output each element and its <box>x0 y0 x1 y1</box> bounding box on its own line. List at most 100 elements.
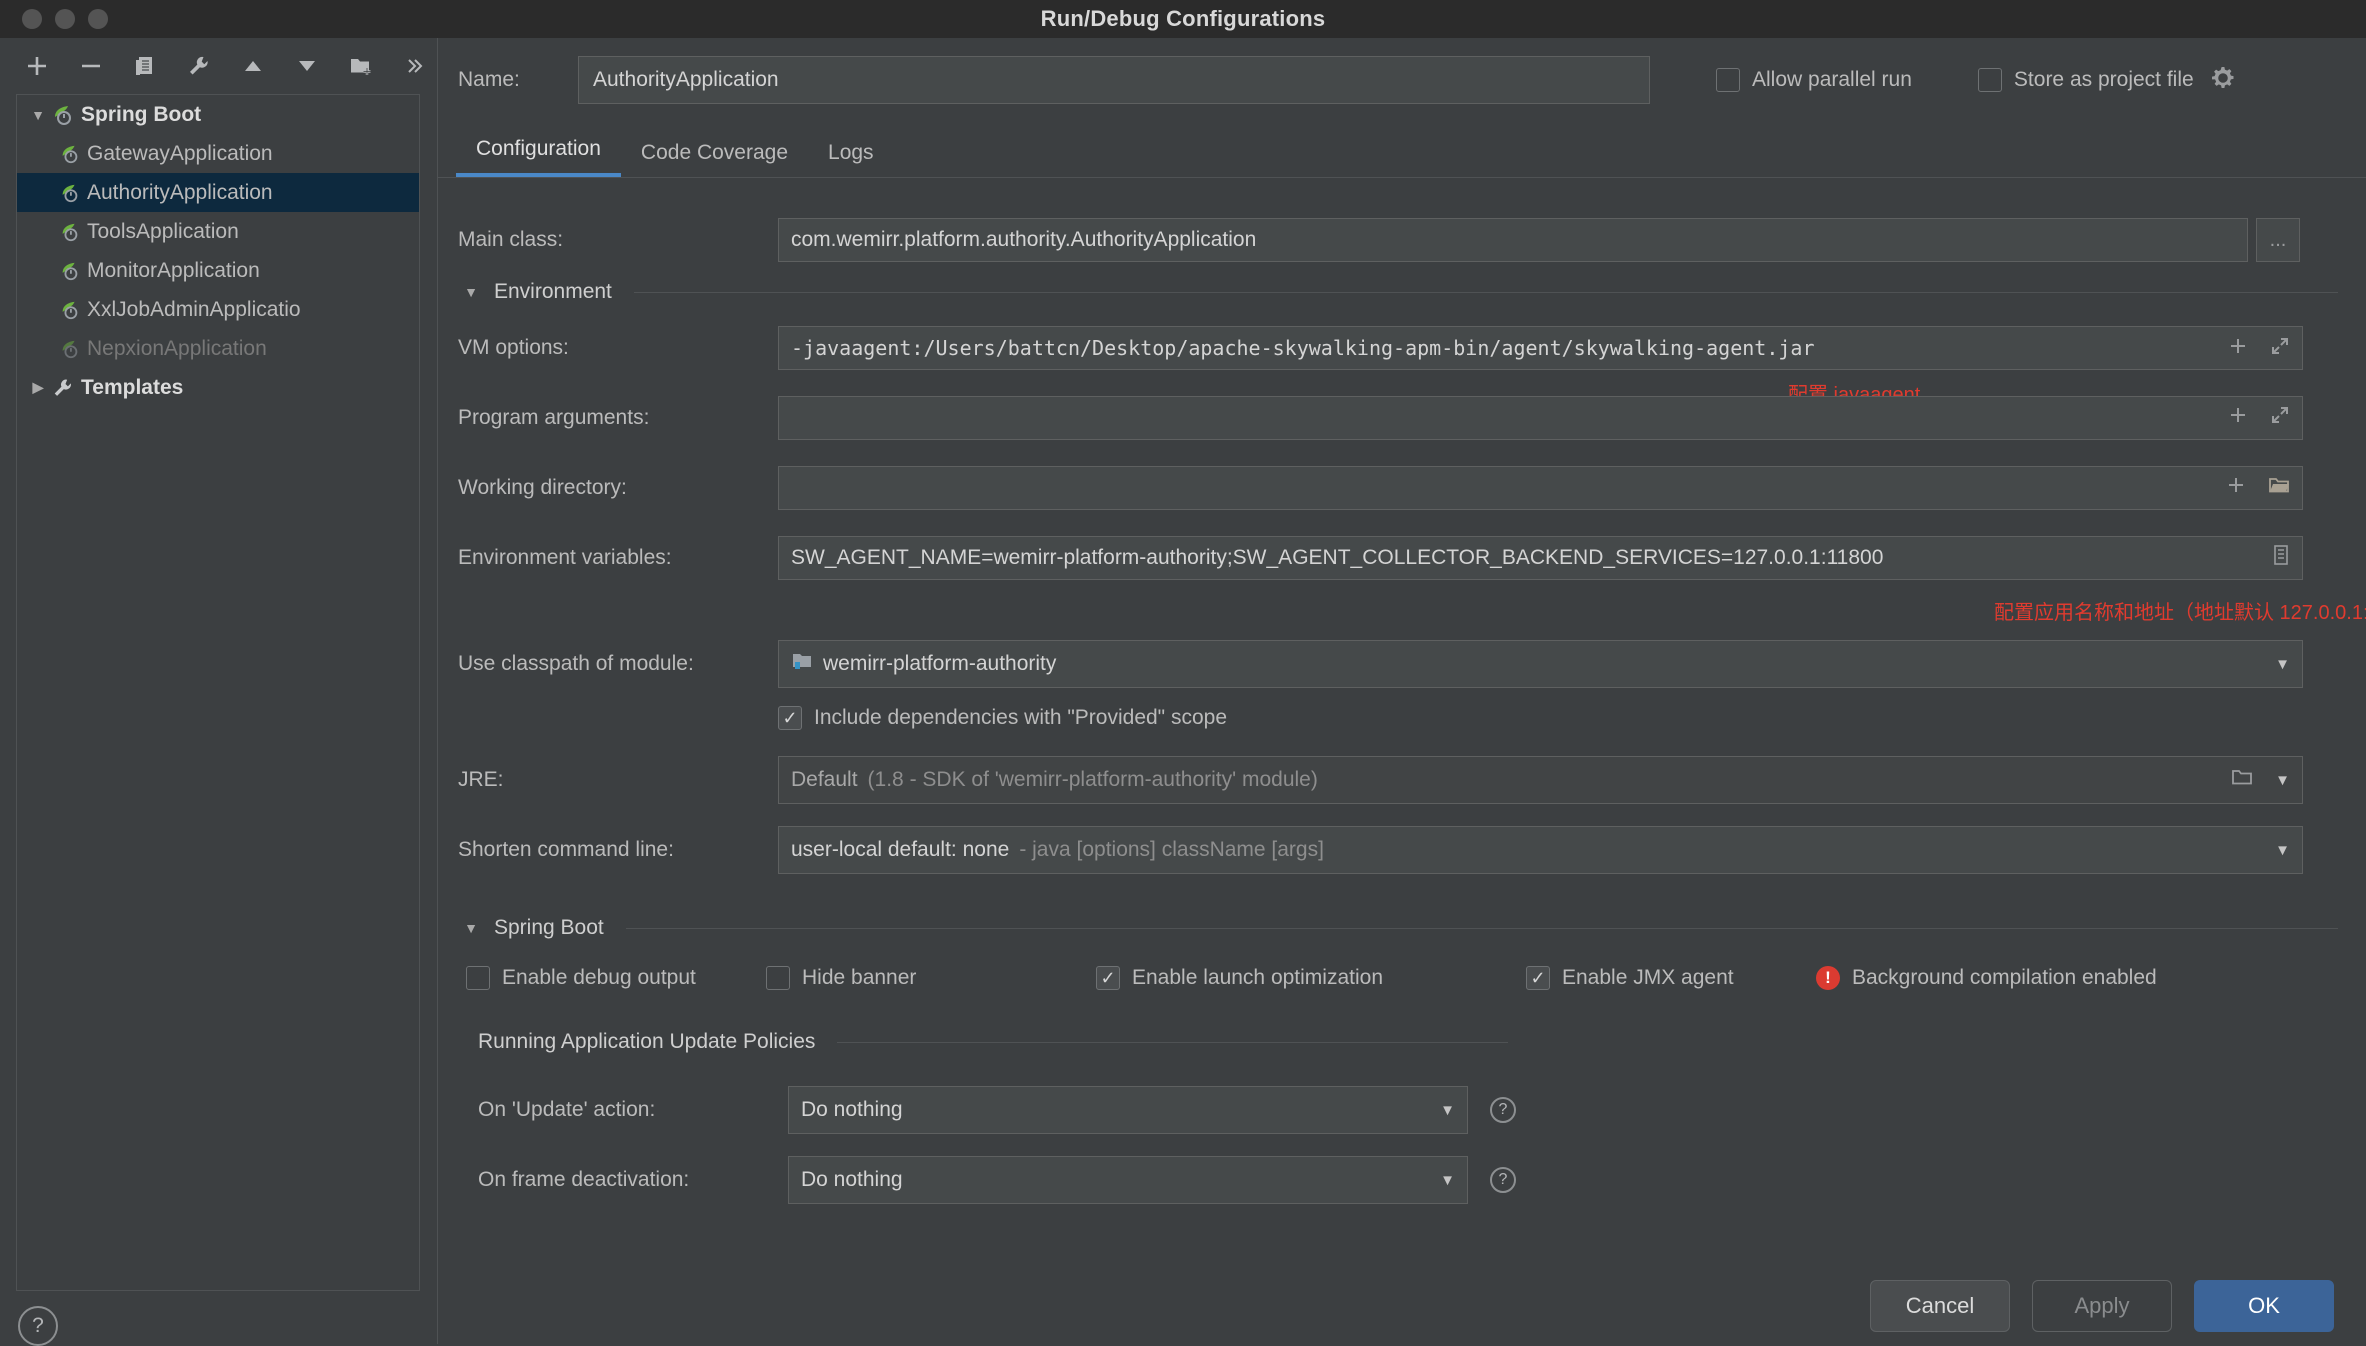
chevron-down-icon[interactable]: ▼ <box>2275 842 2290 859</box>
shorten-command-line-select[interactable]: user-local default: none - java [options… <box>778 826 2303 874</box>
checkbox-box[interactable]: ✓ <box>778 706 802 730</box>
environment-section-header[interactable]: ▼ Environment <box>458 280 2338 304</box>
checkbox-box[interactable]: ✓ <box>1526 966 1550 990</box>
spring-boot-icon <box>59 221 81 243</box>
tree-item-toolsapplication[interactable]: ToolsApplication <box>17 212 419 251</box>
vm-options-input[interactable]: -javaagent:/Users/battcn/Desktop/apache-… <box>778 326 2303 370</box>
main-class-input[interactable]: com.wemirr.platform.authority.AuthorityA… <box>778 218 2248 262</box>
on-frame-deactivation-label: On frame deactivation: <box>478 1168 788 1192</box>
more-options-button[interactable] <box>396 47 434 85</box>
enable-debug-output-label: Enable debug output <box>502 966 696 990</box>
spring-boot-section-header[interactable]: ▼ Spring Boot <box>458 916 2338 940</box>
chevron-down-icon[interactable]: ▼ <box>25 107 51 123</box>
chevron-down-icon[interactable]: ▼ <box>458 284 484 300</box>
spring-boot-section-label: Spring Boot <box>494 916 604 940</box>
tab-configuration[interactable]: Configuration <box>456 137 621 177</box>
plus-icon[interactable] <box>2226 475 2246 501</box>
tree-group-templates[interactable]: ▶ Templates <box>17 368 419 407</box>
program-arguments-label: Program arguments: <box>458 406 778 430</box>
chevron-right-icon[interactable]: ▶ <box>25 379 51 396</box>
plus-icon[interactable] <box>2228 405 2248 431</box>
section-divider <box>837 1042 1508 1043</box>
help-button[interactable]: ? <box>18 1306 58 1346</box>
chevron-down-icon[interactable]: ▼ <box>1440 1172 1455 1189</box>
apply-button[interactable]: Apply <box>2032 1280 2172 1332</box>
chevron-down-icon[interactable]: ▼ <box>458 920 484 936</box>
editor-tabs[interactable]: Configuration Code Coverage Logs <box>438 126 2366 178</box>
jre-label: JRE: <box>458 768 778 792</box>
configurations-tree[interactable]: ▼ Spring Boot GatewayApplication Au <box>16 94 420 1291</box>
folder-icon[interactable] <box>2268 475 2290 501</box>
working-directory-input[interactable] <box>778 466 2303 510</box>
plus-icon[interactable] <box>2228 336 2248 361</box>
expand-diagonal-icon[interactable] <box>2270 405 2290 431</box>
move-down-button[interactable] <box>288 47 326 85</box>
chevron-down-icon[interactable]: ▼ <box>1440 1102 1455 1119</box>
copy-configuration-button[interactable] <box>126 47 164 85</box>
configuration-editor-panel: Name: Allow parallel run Store as projec… <box>437 38 2366 1344</box>
add-configuration-button[interactable] <box>18 47 56 85</box>
check-icon: ✓ <box>1100 969 1115 987</box>
window-title: Run/Debug Configurations <box>0 0 2366 38</box>
include-provided-scope-checkbox[interactable]: ✓ Include dependencies with "Provided" s… <box>778 706 1227 730</box>
folder-icon[interactable] <box>2231 767 2253 793</box>
background-compilation-label: Background compilation enabled <box>1852 966 2157 990</box>
new-folder-button[interactable] <box>342 47 380 85</box>
allow-parallel-run-checkbox[interactable]: Allow parallel run <box>1716 68 1912 92</box>
chevron-down-icon[interactable]: ▼ <box>2275 656 2290 673</box>
environment-variables-annotation-text: 配置应用名称和地址（地址默认 127.0.0.1:11800） <box>1994 596 2366 625</box>
tree-item-monitorapplication[interactable]: MonitorApplication <box>17 251 419 290</box>
checkbox-box[interactable] <box>766 966 790 990</box>
environment-variables-input[interactable]: SW_AGENT_NAME=wemirr-platform-authority;… <box>778 536 2303 580</box>
tree-group-spring-boot[interactable]: ▼ Spring Boot <box>17 95 419 134</box>
on-frame-deactivation-value: Do nothing <box>801 1168 903 1192</box>
enable-jmx-agent-checkbox[interactable]: ✓ Enable JMX agent <box>1526 966 1816 990</box>
wrench-icon <box>51 376 75 400</box>
remove-configuration-button[interactable] <box>72 47 110 85</box>
name-input[interactable] <box>578 56 1650 104</box>
expand-diagonal-icon[interactable] <box>2270 336 2290 361</box>
program-arguments-input[interactable] <box>778 396 2303 440</box>
hide-banner-checkbox[interactable]: Hide banner <box>766 966 1096 990</box>
list-edit-icon[interactable] <box>2272 544 2290 572</box>
spring-boot-icon <box>59 338 81 360</box>
use-classpath-of-module-select[interactable]: wemirr-platform-authority ▼ <box>778 640 2303 688</box>
browse-main-class-button[interactable]: ... <box>2256 218 2300 262</box>
gear-icon[interactable] <box>2210 65 2236 96</box>
spring-boot-icon <box>59 299 81 321</box>
tree-item-authorityapplication[interactable]: AuthorityApplication <box>17 173 419 212</box>
store-as-project-file-checkbox[interactable]: Store as project file <box>1978 68 2194 92</box>
chevron-down-icon[interactable]: ▼ <box>2275 772 2290 789</box>
section-divider <box>634 292 2338 293</box>
checkbox-box[interactable] <box>1978 68 2002 92</box>
background-compilation-status: ! Background compilation enabled <box>1816 966 2157 990</box>
tree-item-xxljobadminapplication[interactable]: XxlJobAdminApplicatio <box>17 290 419 329</box>
spring-boot-icon <box>59 182 81 204</box>
environment-variables-label: Environment variables: <box>458 546 778 570</box>
warning-icon: ! <box>1816 966 1840 990</box>
enable-debug-output-checkbox[interactable]: Enable debug output <box>466 966 766 990</box>
on-frame-deactivation-row: On frame deactivation: Do nothing ▼ ? <box>478 1156 1516 1204</box>
move-up-button[interactable] <box>234 47 272 85</box>
tree-item-gatewayapplication[interactable]: GatewayApplication <box>17 134 419 173</box>
on-update-action-help-icon[interactable]: ? <box>1490 1097 1516 1123</box>
check-icon: ✓ <box>1530 969 1545 987</box>
on-frame-deactivation-help-icon[interactable]: ? <box>1490 1167 1516 1193</box>
on-update-action-select[interactable]: Do nothing ▼ <box>788 1086 1468 1134</box>
checkbox-box[interactable] <box>466 966 490 990</box>
tree-item-nepxionapplication[interactable]: NepxionApplication <box>17 329 419 368</box>
enable-launch-optimization-checkbox[interactable]: ✓ Enable launch optimization <box>1096 966 1526 990</box>
edit-templates-button[interactable] <box>180 47 218 85</box>
checkbox-box[interactable] <box>1716 68 1740 92</box>
on-frame-deactivation-select[interactable]: Do nothing ▼ <box>788 1156 1468 1204</box>
cancel-button[interactable]: Cancel <box>1870 1280 2010 1332</box>
jre-select[interactable]: Default (1.8 - SDK of 'wemirr-platform-a… <box>778 756 2303 804</box>
ok-button[interactable]: OK <box>2194 1280 2334 1332</box>
use-classpath-of-module-row: Use classpath of module: wemirr-platform… <box>458 640 2338 688</box>
checkbox-box[interactable]: ✓ <box>1096 966 1120 990</box>
tab-logs[interactable]: Logs <box>808 141 894 177</box>
tree-item-label: NepxionApplication <box>87 337 267 361</box>
jre-hint: (1.8 - SDK of 'wemirr-platform-authority… <box>868 768 1318 792</box>
working-directory-row: Working directory: <box>458 466 2338 510</box>
tab-code-coverage[interactable]: Code Coverage <box>621 141 808 177</box>
